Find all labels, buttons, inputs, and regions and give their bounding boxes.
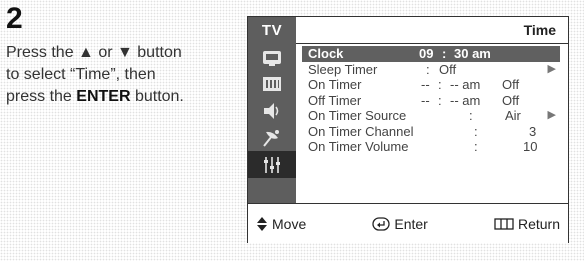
clock-minute: 30 am (454, 46, 491, 61)
row-colon: : (438, 92, 442, 108)
row-state: Off (502, 92, 520, 108)
row-minute: -- am (450, 92, 481, 108)
menu-row-off-timer[interactable]: Off Timer -- : -- am Off (302, 93, 560, 109)
return-icon (494, 217, 514, 230)
footer-return-label: Return (517, 215, 560, 232)
menu-sidebar: TV (248, 17, 296, 203)
tv-menu-screen: TV Time Clock 09 : 30 am Sleep Timer: O… (247, 16, 569, 243)
footer-enter: Enter (372, 215, 428, 232)
footer-return: Return (494, 216, 560, 232)
menu-row-on-timer-source[interactable]: On Timer Source : Air ▶ (302, 108, 560, 124)
instruction-line-3-suffix: button. (130, 88, 184, 105)
row-hour: -- (421, 77, 430, 92)
row-hour: -- (421, 92, 430, 108)
enter-keyword: ENTER (76, 88, 131, 105)
row-label: On Timer (308, 77, 362, 92)
footer-move-label: Move (272, 215, 307, 232)
up-down-arrow-icon (256, 216, 268, 232)
setup-icon[interactable] (248, 151, 296, 178)
time-menu-list: Clock 09 : 30 am Sleep Timer : Off ▶ On … (302, 46, 560, 155)
title-divider (296, 43, 568, 44)
menu-title: Time (523, 22, 556, 38)
sound-icon[interactable] (248, 70, 296, 97)
antenna-icon[interactable] (248, 124, 296, 151)
row-value: 10 (523, 139, 538, 154)
step-number: 2 (6, 2, 23, 35)
instruction-text: Press the ▲ or ▼ button to select “Time”… (6, 42, 238, 108)
row-label: On Timer Volume (308, 139, 409, 154)
submenu-arrow-icon: ▶ (547, 62, 556, 75)
menu-content: Time Clock 09 : 30 am Sleep Timer : Off … (296, 17, 568, 203)
row-value: 3 (529, 123, 537, 139)
row-colon: : (469, 108, 473, 123)
menu-row-on-timer-channel[interactable]: On Timer Channel : 3 (302, 124, 560, 140)
row-colon: : (438, 77, 442, 92)
row-colon: : (474, 123, 478, 139)
row-label: Clock (308, 46, 344, 61)
row-value: Off (439, 61, 457, 77)
picture-icon[interactable] (248, 43, 296, 70)
instruction-line-1: Press the ▲ or ▼ button (6, 44, 182, 61)
row-colon: : (426, 61, 430, 77)
instruction-line-2: to select “Time”, then (6, 66, 156, 83)
footer-move: Move (256, 216, 306, 232)
footer-enter-label: Enter (394, 215, 428, 232)
sidebar-tv-label: TV (261, 21, 283, 39)
clock-colon: : (442, 46, 447, 61)
menu-row-on-timer-volume[interactable]: On Timer Volume : 10 (302, 139, 560, 155)
row-state: Off (502, 77, 520, 92)
speaker-icon[interactable] (248, 97, 296, 124)
row-label: Sleep Timer (308, 61, 378, 77)
instruction-line-3-prefix: press the (6, 88, 77, 105)
submenu-arrow-icon: ▶ (547, 109, 556, 121)
instruction-line-3: press the ENTER button. (6, 86, 238, 108)
row-value: Air (505, 108, 521, 123)
row-colon: : (474, 139, 478, 154)
menu-footer: Move Enter Return (248, 203, 568, 243)
row-label: Off Timer (308, 92, 362, 108)
menu-row-sleep-timer[interactable]: Sleep Timer : Off ▶ (302, 62, 560, 78)
menu-row-clock[interactable]: Clock 09 : 30 am (302, 46, 560, 62)
clock-hour: 09 (419, 46, 434, 61)
row-label: On Timer Channel (308, 123, 414, 139)
row-minute: -- am (450, 77, 481, 92)
row-label: On Timer Source (308, 108, 407, 123)
menu-row-on-timer[interactable]: On Timer -- : -- am Off (302, 77, 560, 93)
enter-icon (372, 216, 391, 231)
